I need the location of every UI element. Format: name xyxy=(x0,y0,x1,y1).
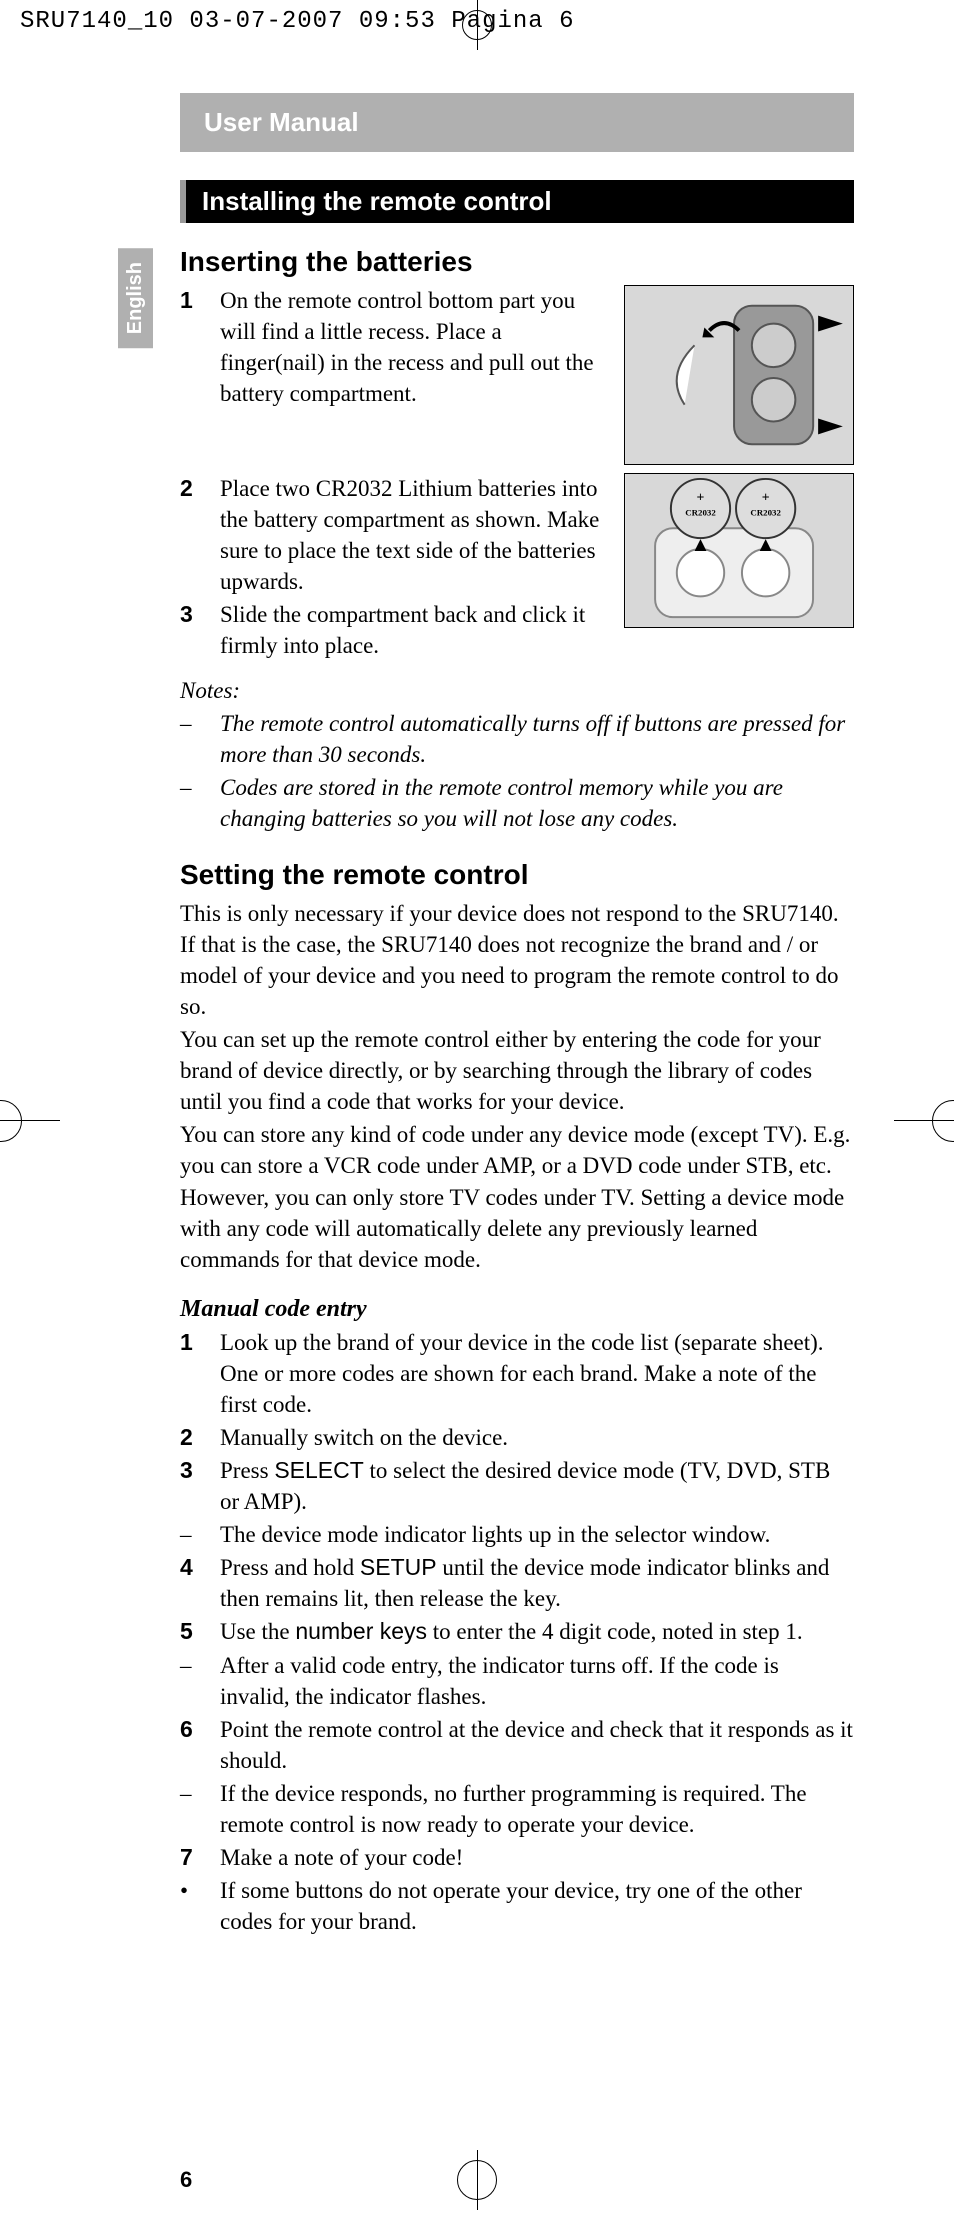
manual-step-2-text: Manually switch on the device. xyxy=(220,1422,854,1453)
manual-step-6-note-text: If the device responds, no further progr… xyxy=(220,1778,854,1840)
manual-step-2: 2 Manually switch on the device. xyxy=(180,1422,854,1453)
manual-step-7-bullet: • If some buttons do not operate your de… xyxy=(180,1875,854,1937)
svg-text:+: + xyxy=(762,489,770,504)
note-1: – The remote control automatically turns… xyxy=(180,708,854,770)
manual-step-4-pre: Press and hold xyxy=(220,1555,360,1580)
setting-para-1: This is only necessary if your device do… xyxy=(180,898,854,1022)
manual-header: User Manual xyxy=(180,93,854,152)
manual-step-6: 6 Point the remote control at the device… xyxy=(180,1714,854,1776)
manual-step-4: 4 Press and hold SETUP until the device … xyxy=(180,1552,854,1614)
crop-mark-top xyxy=(462,10,492,40)
manual-step-1-text: Look up the brand of your device in the … xyxy=(220,1327,854,1420)
manual-step-7: 7 Make a note of your code! xyxy=(180,1842,854,1873)
crop-line-right xyxy=(894,1120,954,1121)
section-title-bar: Installing the remote control xyxy=(180,180,854,223)
setting-para-2: You can set up the remote control either… xyxy=(180,1024,854,1117)
subheading-manual-code: Manual code entry xyxy=(180,1293,854,1325)
step-3-text: Slide the compartment back and click it … xyxy=(220,599,612,661)
step-1: 1 On the remote control bottom part you … xyxy=(180,285,612,409)
manual-step-7-text: Make a note of your code! xyxy=(220,1842,854,1873)
note-2-text: Codes are stored in the remote control m… xyxy=(220,772,854,834)
svg-text:CR2032: CR2032 xyxy=(750,507,781,517)
number-keys-label: number keys xyxy=(295,1618,427,1644)
subheading-inserting-batteries: Inserting the batteries xyxy=(180,243,854,281)
manual-step-5-note: – After a valid code entry, the indicato… xyxy=(180,1650,854,1712)
note-2: – Codes are stored in the remote control… xyxy=(180,772,854,834)
manual-step-5-post: to enter the 4 digit code, noted in step… xyxy=(427,1619,803,1644)
step-3: 3 Slide the compartment back and click i… xyxy=(180,599,612,661)
figure-battery-compartment xyxy=(624,285,854,465)
select-key-label: SELECT xyxy=(274,1457,363,1483)
manual-step-5: 5 Use the number keys to enter the 4 dig… xyxy=(180,1616,854,1647)
crop-line-left xyxy=(0,1120,60,1121)
language-tab: English xyxy=(118,248,153,348)
subheading-setting-remote: Setting the remote control xyxy=(180,856,854,894)
manual-step-6-text: Point the remote control at the device a… xyxy=(220,1714,854,1776)
manual-step-3-note: – The device mode indicator lights up in… xyxy=(180,1519,854,1550)
notes-label: Notes: xyxy=(180,675,854,706)
manual-step-1: 1 Look up the brand of your device in th… xyxy=(180,1327,854,1420)
manual-step-3-pre: Press xyxy=(220,1458,274,1483)
manual-step-5-note-text: After a valid code entry, the indicator … xyxy=(220,1650,854,1712)
step-2-text: Place two CR2032 Lithium batteries into … xyxy=(220,473,612,597)
setup-key-label: SETUP xyxy=(360,1554,437,1580)
figure-batteries-insert: + CR2032 + CR2032 xyxy=(624,473,854,628)
step-2: 2 Place two CR2032 Lithium batteries int… xyxy=(180,473,612,597)
crop-mark-bottom xyxy=(457,2160,497,2200)
manual-step-3-note-text: The device mode indicator lights up in t… xyxy=(220,1519,854,1550)
manual-step-7-bullet-text: If some buttons do not operate your devi… xyxy=(220,1875,854,1937)
step-1-text: On the remote control bottom part you wi… xyxy=(220,285,612,409)
svg-text:+: + xyxy=(697,489,705,504)
note-1-text: The remote control automatically turns o… xyxy=(220,708,854,770)
manual-step-5-pre: Use the xyxy=(220,1619,295,1644)
svg-text:CR2032: CR2032 xyxy=(685,507,716,517)
manual-step-6-note: – If the device responds, no further pro… xyxy=(180,1778,854,1840)
manual-step-3: 3 Press SELECT to select the desired dev… xyxy=(180,1455,854,1517)
page-number: 6 xyxy=(180,2167,854,2193)
setting-para-3: You can store any kind of code under any… xyxy=(180,1119,854,1274)
